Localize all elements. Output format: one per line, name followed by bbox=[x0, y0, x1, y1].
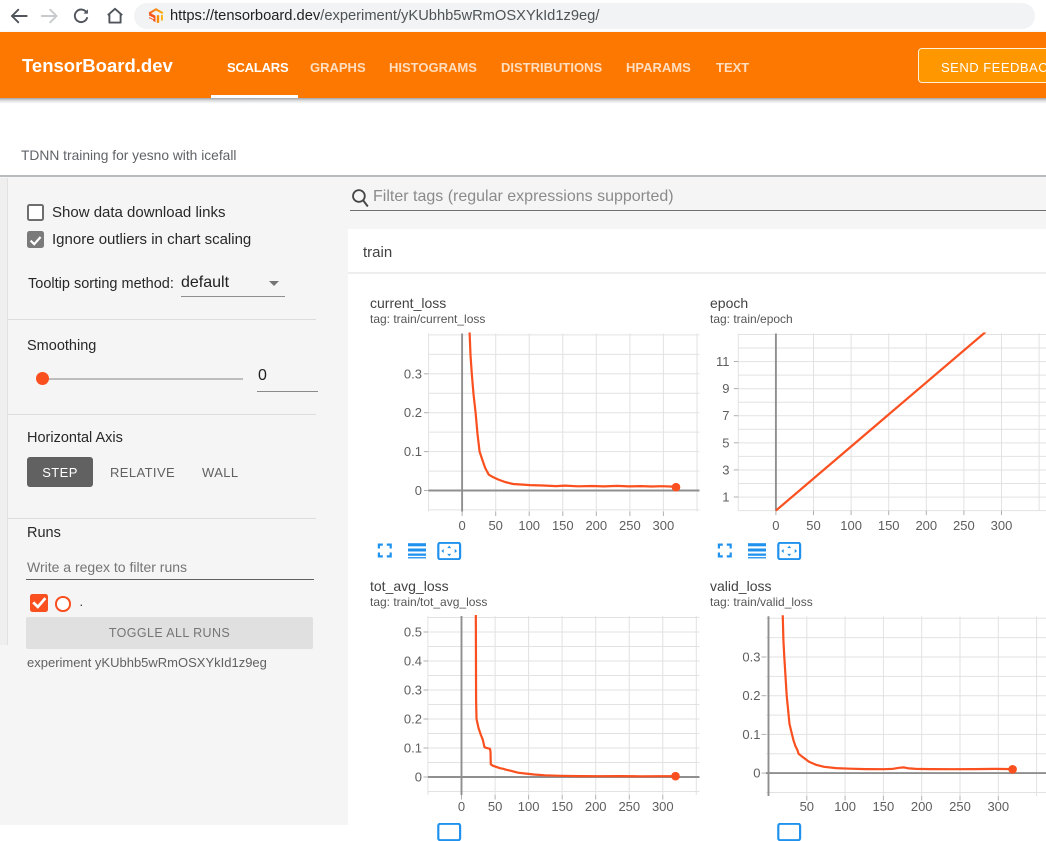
svg-text:250: 250 bbox=[618, 799, 640, 814]
svg-text:50: 50 bbox=[806, 518, 820, 532]
svg-text:300: 300 bbox=[991, 518, 1013, 532]
svg-text:150: 150 bbox=[551, 799, 573, 814]
svg-text:50: 50 bbox=[488, 518, 502, 532]
svg-text:250: 250 bbox=[953, 518, 975, 532]
svg-text:0: 0 bbox=[415, 770, 422, 785]
svg-text:50: 50 bbox=[800, 799, 814, 814]
svg-text:0.2: 0.2 bbox=[404, 405, 422, 420]
svg-text:250: 250 bbox=[619, 518, 641, 532]
svg-text:0.1: 0.1 bbox=[742, 727, 760, 742]
svg-text:150: 150 bbox=[878, 518, 900, 532]
svg-text:150: 150 bbox=[873, 799, 895, 814]
svg-text:300: 300 bbox=[987, 799, 1009, 814]
svg-text:0: 0 bbox=[458, 799, 465, 814]
svg-text:1: 1 bbox=[722, 490, 729, 505]
svg-text:200: 200 bbox=[585, 799, 607, 814]
svg-text:0: 0 bbox=[458, 518, 465, 532]
svg-text:0.3: 0.3 bbox=[404, 683, 422, 698]
svg-text:250: 250 bbox=[949, 799, 971, 814]
svg-text:0: 0 bbox=[415, 483, 422, 498]
svg-text:0.3: 0.3 bbox=[742, 650, 760, 665]
svg-text:0: 0 bbox=[772, 518, 779, 532]
svg-text:200: 200 bbox=[585, 518, 607, 532]
svg-text:200: 200 bbox=[915, 518, 937, 532]
svg-text:100: 100 bbox=[834, 799, 856, 814]
svg-text:300: 300 bbox=[653, 518, 675, 532]
svg-text:7: 7 bbox=[722, 408, 729, 423]
svg-text:150: 150 bbox=[552, 518, 574, 532]
svg-text:0: 0 bbox=[753, 766, 760, 781]
svg-text:9: 9 bbox=[722, 381, 729, 396]
svg-text:11: 11 bbox=[716, 354, 730, 369]
svg-text:50: 50 bbox=[488, 799, 502, 814]
svg-text:100: 100 bbox=[518, 518, 540, 532]
svg-text:200: 200 bbox=[911, 799, 933, 814]
svg-text:100: 100 bbox=[518, 799, 540, 814]
svg-text:0.2: 0.2 bbox=[404, 712, 422, 727]
svg-text:100: 100 bbox=[840, 518, 862, 532]
svg-text:300: 300 bbox=[652, 799, 674, 814]
svg-text:0.2: 0.2 bbox=[742, 688, 760, 703]
svg-text:0.3: 0.3 bbox=[404, 366, 422, 381]
svg-text:5: 5 bbox=[722, 435, 729, 450]
svg-text:0.1: 0.1 bbox=[404, 741, 422, 756]
svg-text:0.1: 0.1 bbox=[404, 444, 422, 459]
svg-text:0.4: 0.4 bbox=[404, 654, 422, 669]
svg-text:3: 3 bbox=[722, 462, 729, 477]
svg-text:0.5: 0.5 bbox=[404, 625, 422, 640]
